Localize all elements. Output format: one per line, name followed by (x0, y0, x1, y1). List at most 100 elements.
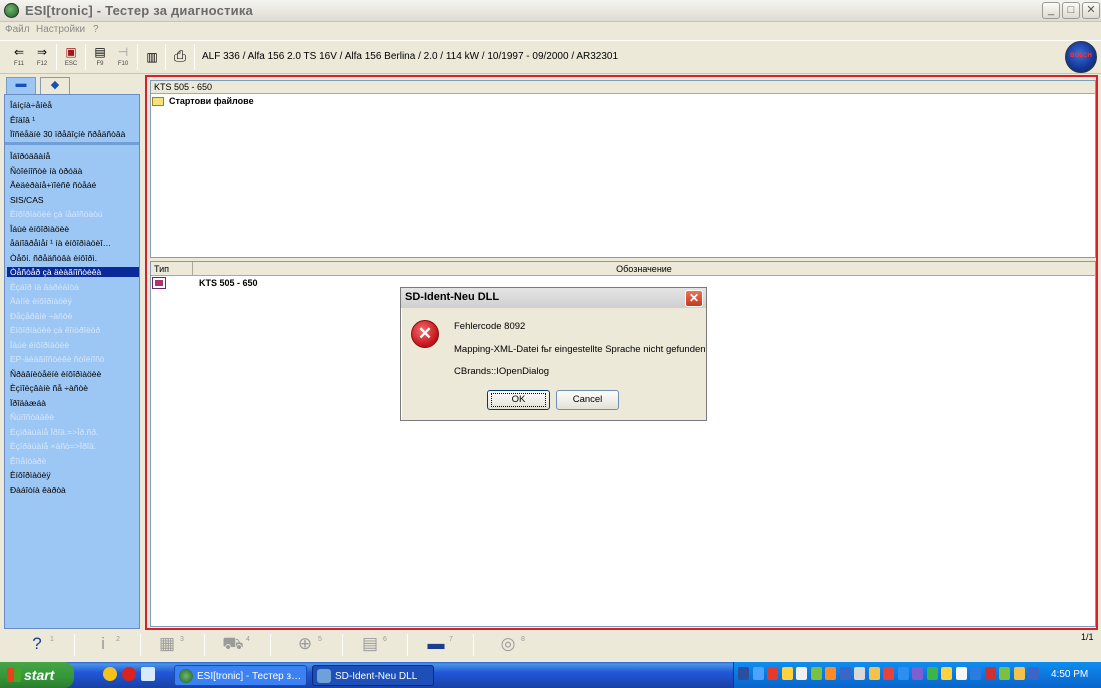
toolbar-separator (56, 44, 57, 70)
engine-icon: ◆ (50, 79, 60, 91)
sidebar-item[interactable]: Ñòîéíîñòè íà òðóäà (10, 166, 138, 176)
sidebar-item[interactable]: Îáîðóäâàíå (10, 151, 138, 161)
function-key-number: 8 (521, 636, 525, 643)
tray-icon[interactable] (752, 667, 764, 680)
sidebar-item[interactable]: Ïðîäàæáà (10, 398, 138, 408)
function-key-number: 2 (116, 636, 120, 643)
sidebar-item[interactable]: SIS/CAS (10, 195, 138, 205)
f10-shortcut-label: F10 (117, 61, 129, 67)
function-bar-separator (204, 634, 205, 656)
sidebar-item[interactable]: Îáíçíà÷åíèå (10, 100, 138, 110)
device-name: KTS 505 - 650 (199, 278, 258, 288)
sidebar-item[interactable]: Ðàáîòíà êàðòà (10, 485, 138, 495)
tray-icon[interactable] (941, 667, 952, 680)
escape-button[interactable]: ▣ ESC (61, 44, 81, 70)
f9-icon: ▤ (94, 45, 106, 59)
focus-ring (491, 393, 546, 407)
vehicle-info: ALF 336 / Alfa 156 2.0 TS 16V / Alfa 156… (202, 51, 619, 62)
cancel-button[interactable]: Cancel (556, 390, 619, 410)
sidebar-item[interactable]: Âèäèðàíå+ïîèñê ñòåáé (10, 180, 138, 190)
esitronic-app-icon (179, 669, 193, 683)
taskbar-item-sd-ident[interactable]: SD-Ident-Neu DLL (312, 665, 434, 686)
dialog-close-button[interactable]: ✕ (685, 290, 703, 307)
function-button-8[interactable]: ◎ (493, 633, 523, 657)
tray-icon[interactable] (767, 667, 778, 680)
back-shortcut-label: F11 (14, 61, 24, 67)
clock: 4:50 PM (1051, 669, 1089, 680)
sidebar-item[interactable]: åäíîâðåìåí ¹ íà èíôîðìàöèî… (10, 238, 138, 248)
function-button-7[interactable]: ▬ (421, 633, 451, 657)
page-indicator: 1/1 (1081, 632, 1094, 642)
tray-icon[interactable] (897, 667, 909, 680)
column-header-type[interactable]: Тип (151, 262, 193, 276)
tab-tools[interactable]: ◆ (40, 77, 70, 94)
tray-icon[interactable] (868, 667, 880, 680)
column-header-designation[interactable]: Обозначение (194, 262, 1094, 276)
ok-button[interactable]: OK (487, 390, 550, 410)
quicklaunch-ie-icon[interactable] (141, 667, 155, 681)
maximize-button[interactable]: □ (1062, 2, 1080, 19)
document-button[interactable]: ▥ (142, 44, 162, 70)
menu-settings[interactable]: Настройки (36, 24, 85, 35)
tray-icon[interactable] (825, 667, 836, 680)
tray-icon[interactable] (781, 667, 793, 680)
tray-icon[interactable] (883, 667, 894, 680)
tray-icon[interactable] (738, 667, 749, 680)
back-button[interactable]: ⇐ F11 (9, 44, 29, 70)
tray-icon[interactable] (955, 667, 967, 680)
menu-file[interactable]: Файл (5, 24, 30, 35)
f10-button[interactable]: ⊣ F10 (113, 44, 133, 70)
app-globe-icon (4, 3, 19, 18)
tray-icon[interactable] (970, 667, 981, 680)
sidebar-item[interactable]: Òåõí. ñðåäñòâà èíôîðì. (10, 253, 138, 263)
tray-icon[interactable] (984, 667, 996, 680)
car-diagnosis-icon: ▬ (427, 634, 445, 653)
car-icon: ▬ (15, 78, 27, 90)
sidebar-item[interactable]: Ïîñëåäíè 30 ïðåâîçíè ñðåäñòâà (10, 129, 138, 139)
sidebar-item[interactable]: Èíôîðìàöèÿ (10, 470, 138, 480)
sidebar-item[interactable]: Òåñòåð çà äèàãíîñòèêà (7, 267, 139, 277)
sidebar-item[interactable]: Îáùè èíôîðìàöèè (10, 224, 138, 234)
tray-icon[interactable] (810, 667, 822, 680)
function-button-2[interactable]: i (88, 633, 118, 657)
tray-icon[interactable] (999, 667, 1010, 680)
function-key-number: 4 (246, 636, 250, 643)
print-button[interactable]: ⎙ (170, 44, 190, 70)
tray-icon[interactable] (839, 667, 851, 680)
escape-shortcut-label: ESC (64, 61, 78, 67)
function-button-3[interactable]: ▦ (152, 633, 182, 657)
close-button[interactable]: ✕ (1082, 2, 1100, 19)
menu-help[interactable]: ? (93, 24, 99, 35)
tab-vehicle[interactable]: ▬ (6, 77, 36, 94)
f9-button[interactable]: ▤ F9 (90, 44, 110, 70)
escape-icon: ▣ (65, 45, 77, 59)
error-icon: ✕ (411, 320, 439, 348)
quicklaunch-opera-icon[interactable] (122, 667, 136, 681)
tray-icon[interactable] (1028, 667, 1039, 680)
sidebar-item[interactable]: Ñðàâíèòåëíè èíôîðìàöèè (10, 369, 138, 379)
tray-icon[interactable] (926, 667, 938, 680)
function-button-5[interactable]: ⊕ (290, 633, 320, 657)
sidebar-item[interactable]: Èçïîëçâàíè ñå ÷àñòè (10, 383, 138, 393)
sidebar-item[interactable]: Êîäîâ ¹ (10, 115, 138, 125)
function-key-number: 1 (50, 636, 54, 643)
zoom-icon: ⊕ (297, 634, 313, 653)
menu-bar (0, 22, 1101, 39)
forward-button[interactable]: ⇒ F12 (32, 44, 52, 70)
sidebar-item: Èçïðàùàíå Ïðîä.=>Ïð.ñð. (10, 426, 99, 437)
tray-icon[interactable] (1013, 667, 1025, 680)
tray-icon[interactable] (854, 667, 865, 680)
tray-icon[interactable] (912, 667, 923, 680)
minimize-button[interactable]: _ (1042, 2, 1060, 19)
folder-startup-files[interactable]: Стартови файлове (152, 95, 452, 107)
tray-icon[interactable] (796, 667, 807, 680)
taskbar-item-esitronic[interactable]: ESI[tronic] - Тестер з… (174, 665, 307, 686)
function-button-6[interactable]: ▤ (355, 633, 385, 657)
sidebar-item: Ñúïîñòàâêè (10, 412, 54, 422)
quicklaunch-norton-icon[interactable] (103, 667, 117, 681)
function-button-4[interactable]: ⛟ (218, 633, 248, 657)
forward-shortcut-label: F12 (36, 61, 48, 67)
function-bar-separator (342, 634, 343, 656)
function-button-1[interactable]: ? (22, 633, 52, 657)
sidebar: Îáíçíà÷åíèå Êîäîâ ¹ Ïîñëåäíè 30 ïðåâîçíè ñ… (4, 94, 140, 629)
